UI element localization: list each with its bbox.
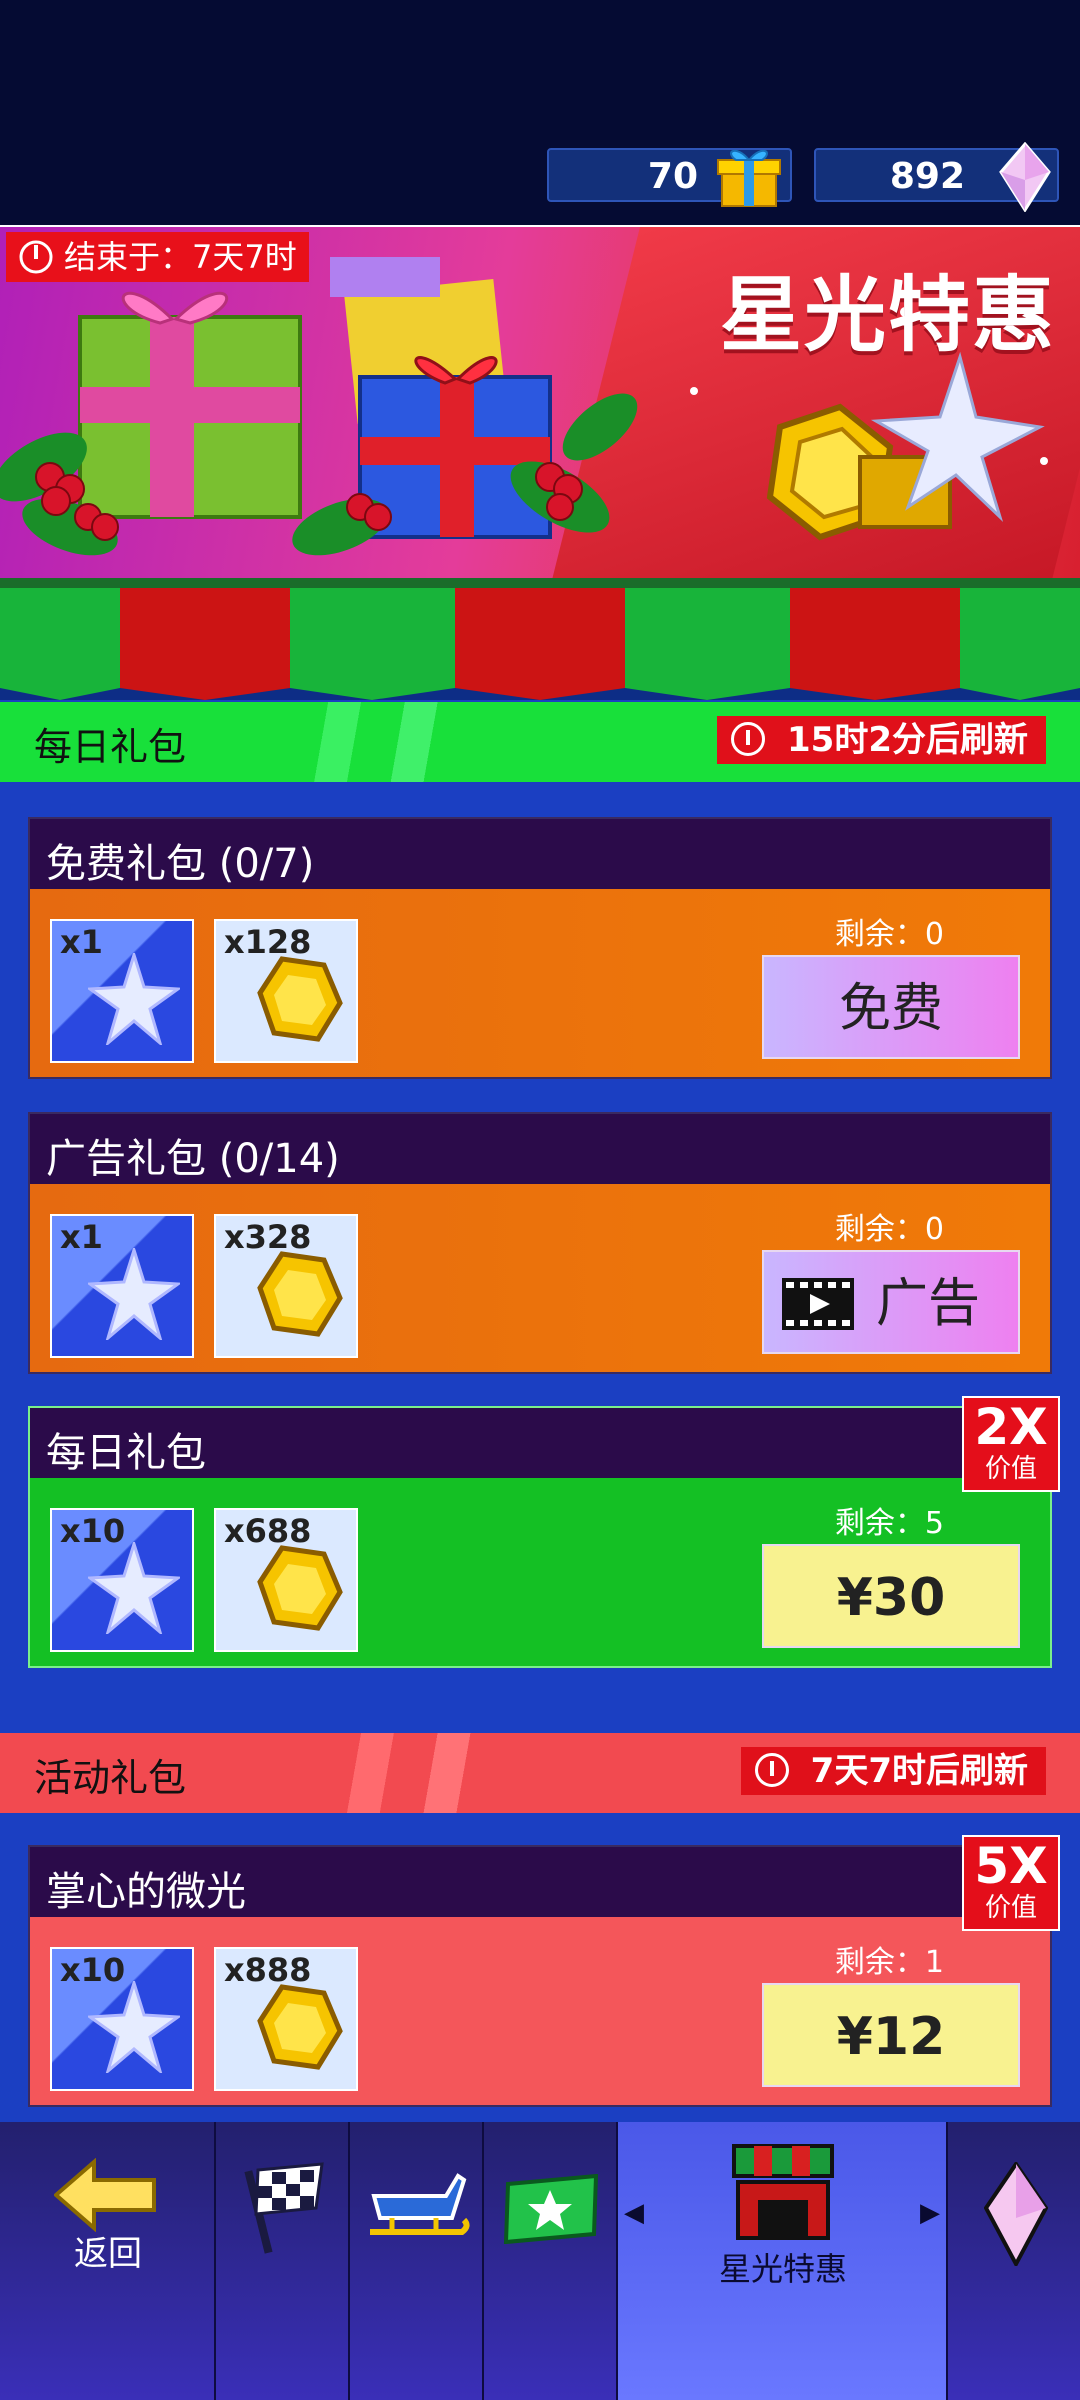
sleigh-icon <box>370 2173 470 2235</box>
pack-title: 掌心的微光 <box>46 1869 246 1915</box>
star-crystal-icon <box>88 1248 180 1340</box>
pack-title: 免费礼包 (0/7) <box>46 841 315 887</box>
value-multiplier-badge: 5X 价值 <box>962 1835 1060 1931</box>
daily-section-header: 每日礼包 15时2分后刷新 <box>0 702 1080 782</box>
daily-section-label: 每日礼包 <box>34 725 187 769</box>
event-section-label: 活动礼包 <box>34 1756 187 1800</box>
reward-item-coin: x888 <box>214 1947 358 2091</box>
nav-left-arrow-icon[interactable]: ◀ <box>624 2198 644 2228</box>
crystal-count: 892 <box>889 156 965 197</box>
reward-item-star: x1 <box>50 1214 194 1358</box>
event-section-header: 活动礼包 7天7时后刷新 <box>0 1733 1080 1813</box>
multiplier-text: 2X <box>974 1398 1048 1456</box>
nav-sleigh-tab[interactable] <box>350 2122 484 2400</box>
reward-item-star: x1 <box>50 919 194 1063</box>
shop-awning <box>0 578 1080 700</box>
free-pack-card: 免费礼包 (0/7) x1 x128 剩余：0 免费 <box>28 817 1052 1079</box>
gift-icon <box>717 149 781 207</box>
banner-timer-badge: 结束于：7天7时 <box>6 232 309 282</box>
reward-item-coin: x328 <box>214 1214 358 1358</box>
banner-timer-text: 结束于：7天7时 <box>64 238 297 276</box>
buy-daily-pack-button[interactable]: ¥30 <box>762 1544 1020 1648</box>
shop-awning-icon <box>732 2144 834 2240</box>
back-arrow-icon <box>54 2158 156 2232</box>
value-multiplier-badge: 2X 价值 <box>962 1396 1060 1492</box>
timer-icon <box>754 1753 789 1787</box>
reward-item-coin: x128 <box>214 919 358 1063</box>
nav-right-arrow-icon[interactable]: ▶ <box>920 2198 940 2228</box>
film-icon <box>782 1278 854 1330</box>
gift-currency[interactable]: 70 <box>547 148 792 207</box>
gold-coin-icon <box>257 1984 343 2070</box>
reward-item-star: x10 <box>50 1947 194 2091</box>
gold-coin-icon <box>257 1251 343 1337</box>
daily-refresh-text: 15时2分后刷新 <box>787 720 1028 760</box>
pack-title: 广告礼包 (0/14) <box>46 1136 340 1182</box>
banner-title: 星光特惠 <box>720 268 1057 363</box>
green-ticket-icon <box>503 2174 599 2244</box>
gift-count: 70 <box>647 156 698 197</box>
back-label: 返回 <box>74 2234 142 2274</box>
daily-refresh-badge: 15时2分后刷新 <box>717 716 1046 764</box>
bottom-nav: 返回 ◀ ▶ 星光特惠 <box>0 2122 1080 2400</box>
pack-title: 每日礼包 <box>46 1430 206 1476</box>
checkered-flag-icon <box>244 2162 324 2254</box>
gold-coin-icon <box>257 1545 343 1631</box>
star-crystal-icon <box>88 1542 180 1634</box>
crystal-icon <box>999 142 1051 212</box>
timer-icon <box>731 722 766 756</box>
star-crystal-icon <box>88 953 180 1045</box>
back-button[interactable]: 返回 <box>0 2122 216 2400</box>
star-crystal-icon <box>88 1981 180 2073</box>
remaining-count: 剩余：5 <box>834 1506 944 1541</box>
event-refresh-badge: 7天7时后刷新 <box>740 1747 1046 1795</box>
crystal-icon <box>984 2162 1048 2266</box>
event-refresh-text: 7天7时后刷新 <box>810 1751 1028 1791</box>
remaining-count: 剩余：1 <box>834 1945 944 1980</box>
nav-race-tab[interactable] <box>216 2122 350 2400</box>
multiplier-caption: 价值 <box>984 1893 1037 1923</box>
buy-event-pack-button[interactable]: ¥12 <box>762 1983 1020 2087</box>
reward-item-coin: x688 <box>214 1508 358 1652</box>
nav-active-label: 星光特惠 <box>718 2250 847 2288</box>
reward-item-star: x10 <box>50 1508 194 1652</box>
event-pack-card: 掌心的微光 x10 x888 剩余：1 ¥12 <box>28 1845 1052 2107</box>
watch-ad-button[interactable]: 广告 <box>762 1250 1020 1354</box>
coin-and-star-illustration <box>766 351 1045 541</box>
remaining-count: 剩余：0 <box>834 1212 944 1247</box>
nav-crystal-tab[interactable] <box>948 2122 1080 2400</box>
nav-starlight-deal-tab[interactable]: ◀ ▶ 星光特惠 <box>618 2122 948 2400</box>
ad-pack-card: 广告礼包 (0/14) x1 x328 剩余：0 广告 <box>28 1112 1052 1374</box>
timer-icon <box>19 240 53 274</box>
daily-pack-card: 每日礼包 x10 x688 剩余：5 ¥30 <box>28 1406 1052 1668</box>
remaining-count: 剩余：0 <box>834 917 944 952</box>
gold-coin-icon <box>257 956 343 1042</box>
nav-ticket-tab[interactable] <box>484 2122 618 2400</box>
free-claim-button[interactable]: 免费 <box>762 955 1020 1059</box>
ad-button-label: 广告 <box>876 1274 981 1334</box>
multiplier-text: 5X <box>974 1837 1048 1895</box>
multiplier-caption: 价值 <box>984 1454 1037 1484</box>
crystal-currency[interactable]: 892 <box>814 142 1059 212</box>
